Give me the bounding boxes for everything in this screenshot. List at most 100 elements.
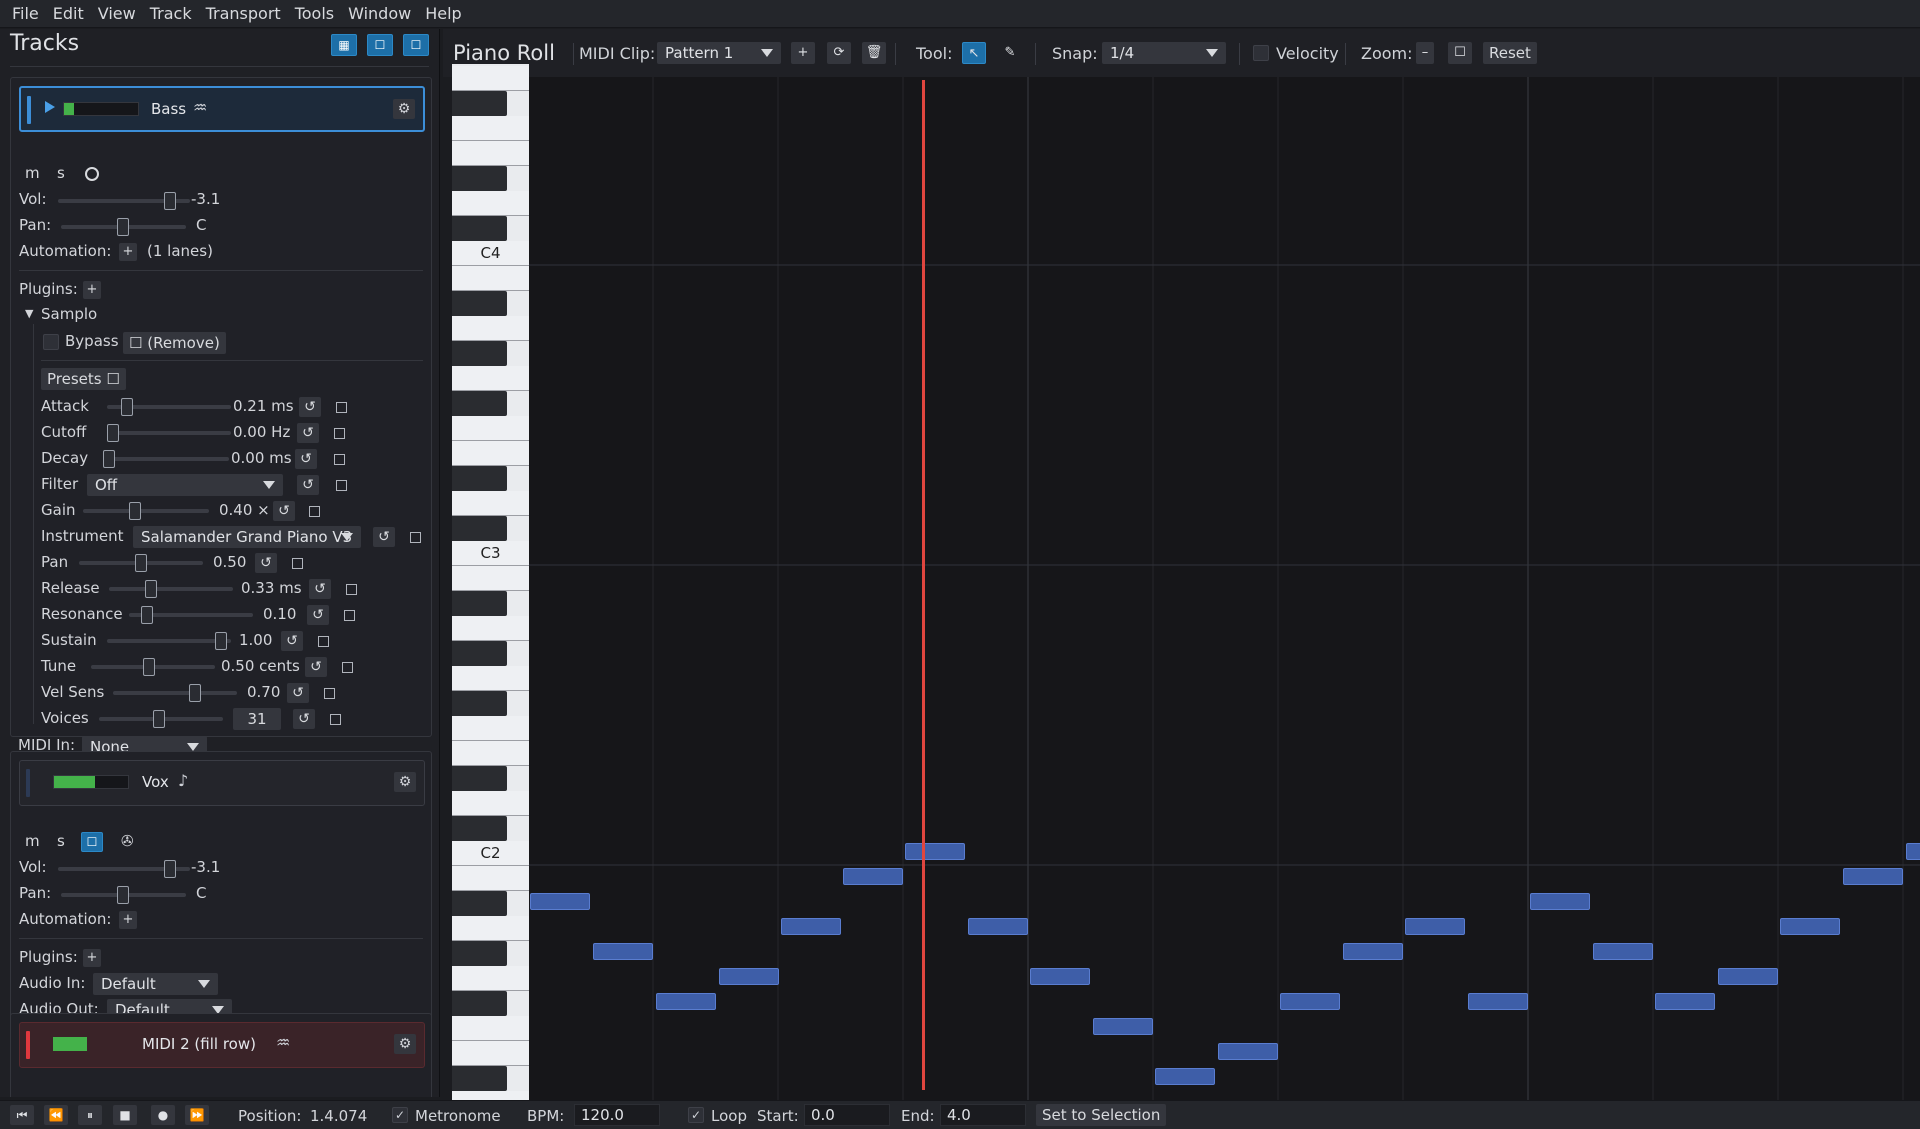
automate-icon[interactable] [324, 688, 335, 699]
black-key[interactable] [452, 166, 507, 191]
fast-forward-icon[interactable]: ⏩ [185, 1105, 209, 1125]
black-key[interactable] [452, 591, 507, 616]
gear-icon[interactable]: ⚙ [394, 1034, 416, 1054]
automate-icon[interactable] [334, 454, 345, 465]
menu-file[interactable]: File [0, 0, 46, 28]
midi-note[interactable] [530, 893, 590, 910]
pencil-tool-icon[interactable]: ✎ [998, 42, 1022, 64]
automate-icon[interactable] [334, 428, 345, 439]
white-key[interactable] [452, 566, 529, 591]
delete-clip-icon[interactable]: 🗑 [862, 42, 886, 64]
zoom-fit-icon[interactable]: ☐ [1448, 42, 1472, 64]
reset-icon[interactable]: ↺ [281, 631, 303, 651]
reset-icon[interactable]: ↺ [309, 579, 331, 599]
white-key[interactable] [452, 716, 529, 741]
set-to-selection-button[interactable]: Set to Selection [1036, 1104, 1167, 1126]
reset-icon[interactable]: ↺ [293, 709, 315, 729]
midi-note[interactable] [1593, 943, 1653, 960]
midi-clip-select[interactable]: Pattern 1 [657, 42, 781, 64]
track-header-bass[interactable]: Bass ♒ ⚙ [19, 86, 425, 132]
midi-note[interactable] [1343, 943, 1403, 960]
midi-note[interactable] [1093, 1018, 1153, 1035]
vol-slider-thumb[interactable] [164, 860, 176, 878]
black-key[interactable] [452, 466, 507, 491]
bypass-checkbox[interactable] [43, 334, 59, 350]
black-key[interactable] [452, 891, 507, 916]
midi-note[interactable] [781, 918, 841, 935]
solo-button[interactable]: s [57, 832, 65, 850]
solo-button[interactable]: s [57, 1094, 65, 1097]
white-key[interactable] [452, 191, 529, 216]
automate-icon[interactable] [336, 480, 347, 491]
midi-note[interactable] [1780, 918, 1840, 935]
pan-slider-thumb[interactable] [117, 886, 129, 904]
add-automation-button[interactable]: + [119, 911, 137, 929]
black-key[interactable] [452, 641, 507, 666]
white-key[interactable] [452, 66, 529, 91]
gain-slider-thumb[interactable] [129, 502, 141, 520]
decay-slider-thumb[interactable] [103, 450, 115, 468]
menu-edit[interactable]: Edit [46, 0, 91, 28]
white-key[interactable] [452, 1041, 529, 1066]
add-clip-icon[interactable]: + [791, 42, 815, 64]
white-key[interactable] [452, 316, 529, 341]
input-monitor-icon[interactable]: ✇ [121, 832, 134, 850]
black-key[interactable] [452, 291, 507, 316]
solo-button[interactable]: s [57, 164, 65, 182]
mute-button[interactable]: m [25, 1094, 40, 1097]
gear-icon[interactable]: ⚙ [393, 99, 415, 119]
menu-transport[interactable]: Transport [199, 0, 288, 28]
midi-note[interactable] [1030, 968, 1090, 985]
release-slider-track[interactable] [109, 587, 233, 591]
note-grid[interactable] [529, 77, 1920, 1100]
add-audio-track-icon[interactable]: ☐ [367, 34, 393, 56]
vol-slider-thumb[interactable] [164, 192, 176, 210]
reset-icon[interactable]: ↺ [297, 423, 319, 443]
midi-note[interactable] [1906, 843, 1920, 860]
midi-note[interactable] [1843, 868, 1903, 885]
plugin-pan-slider-thumb[interactable] [135, 554, 147, 572]
white-key[interactable] [452, 491, 529, 516]
midi-note[interactable] [843, 868, 903, 885]
midi-note[interactable] [656, 993, 716, 1010]
duplicate-clip-icon[interactable]: ⟳ [827, 42, 851, 64]
automate-icon[interactable] [309, 506, 320, 517]
black-key[interactable] [452, 991, 507, 1016]
playhead[interactable] [922, 80, 925, 1090]
rewind-icon[interactable]: ⏪ [44, 1105, 68, 1125]
loop-checkbox[interactable]: ✓ [688, 1107, 704, 1123]
zoom-out-button[interactable]: – [1416, 42, 1434, 64]
white-key[interactable] [452, 116, 529, 141]
bpm-input[interactable]: 120.0 [574, 1104, 660, 1126]
white-key[interactable] [452, 666, 529, 691]
midi-note[interactable] [1655, 993, 1715, 1010]
resonance-slider-thumb[interactable] [141, 606, 153, 624]
black-key[interactable] [452, 391, 507, 416]
mute-button[interactable]: m [25, 164, 40, 182]
expand-caret-icon[interactable]: ▼ [25, 307, 33, 320]
midi-note[interactable] [968, 918, 1028, 935]
tune-slider-thumb[interactable] [143, 658, 155, 676]
menu-view[interactable]: View [91, 0, 143, 28]
black-key[interactable] [452, 766, 507, 791]
instrument-select[interactable]: Salamander Grand Piano V3 [133, 526, 361, 548]
midi-note[interactable] [1718, 968, 1778, 985]
automate-icon[interactable] [346, 584, 357, 595]
add-bus-track-icon[interactable]: ☐ [403, 34, 429, 56]
metronome-checkbox[interactable]: ✓ [392, 1107, 408, 1123]
vel-sens-slider-track[interactable] [113, 691, 237, 695]
reset-icon[interactable]: ↺ [295, 449, 317, 469]
midi-note[interactable] [1280, 993, 1340, 1010]
white-key[interactable] [452, 866, 529, 891]
black-key[interactable] [452, 941, 507, 966]
loop-end-input[interactable]: 4.0 [940, 1104, 1026, 1126]
select-tool-icon[interactable]: ↖ [962, 42, 986, 64]
white-key[interactable] [452, 916, 529, 941]
reset-icon[interactable]: ↺ [373, 527, 395, 547]
automate-icon[interactable] [330, 714, 341, 725]
reset-icon[interactable]: ↺ [307, 605, 329, 625]
record-arm-icon[interactable] [85, 167, 99, 181]
decay-slider-track[interactable] [103, 457, 229, 461]
monitor-toggle-icon[interactable]: ☐ [81, 832, 103, 852]
black-key[interactable] [452, 1066, 507, 1091]
